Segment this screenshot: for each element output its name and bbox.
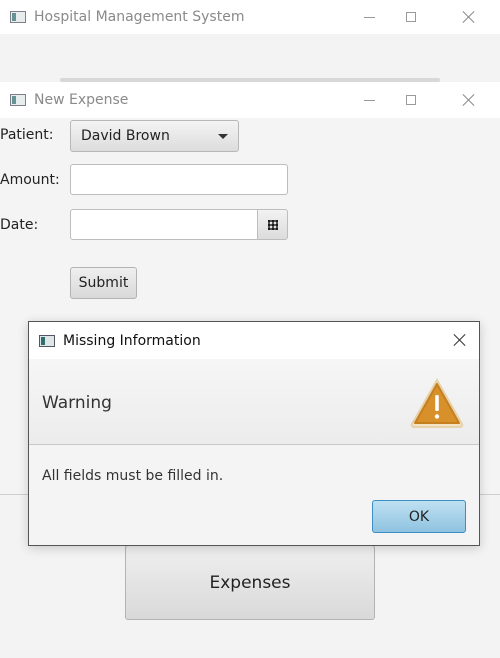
patient-select[interactable]: David Brown: [70, 120, 239, 152]
maximize-button[interactable]: [388, 0, 434, 34]
close-button[interactable]: [446, 0, 492, 34]
date-label: Date:: [0, 217, 39, 233]
calendar-icon: [267, 219, 278, 230]
missing-information-dialog: Missing Information Warning All fields m…: [28, 321, 480, 546]
dialog-close-button[interactable]: [451, 331, 469, 349]
minimize-button[interactable]: [346, 0, 392, 34]
dialog-message: All fields must be filled in.: [42, 468, 224, 484]
date-input[interactable]: [70, 209, 258, 240]
maximize-icon: [406, 12, 416, 22]
warning-icon: [410, 377, 464, 428]
expense-window-titlebar: New Expense: [0, 82, 500, 118]
maximize-button[interactable]: [388, 82, 434, 118]
minimize-icon: [363, 16, 375, 18]
close-button[interactable]: [446, 82, 492, 118]
expense-window-title: New Expense: [34, 92, 129, 108]
submit-button[interactable]: Submit: [70, 267, 137, 299]
dialog-title: Missing Information: [63, 332, 201, 349]
maximize-icon: [406, 95, 416, 105]
app-icon: [10, 94, 26, 106]
dialog-header-text: Warning: [42, 393, 112, 413]
minimize-button[interactable]: [346, 82, 392, 118]
close-icon: [462, 93, 476, 107]
main-window-titlebar: Hospital Management System: [0, 0, 500, 34]
app-icon: [39, 334, 55, 347]
app-icon: [10, 11, 26, 23]
chevron-down-icon: [218, 134, 228, 139]
patient-selected-value: David Brown: [81, 128, 170, 144]
minimize-icon: [363, 99, 375, 101]
amount-input[interactable]: [70, 164, 288, 195]
patient-label: Patient:: [0, 127, 54, 143]
expenses-button[interactable]: Expenses: [125, 545, 375, 620]
amount-label: Amount:: [0, 172, 60, 188]
close-icon: [462, 10, 476, 24]
dialog-header: Warning: [29, 359, 479, 445]
main-window-title: Hospital Management System: [34, 9, 245, 25]
close-icon: [453, 333, 467, 347]
dialog-titlebar: Missing Information: [29, 322, 479, 359]
ok-button[interactable]: OK: [372, 500, 466, 533]
date-picker-button[interactable]: [257, 209, 288, 240]
